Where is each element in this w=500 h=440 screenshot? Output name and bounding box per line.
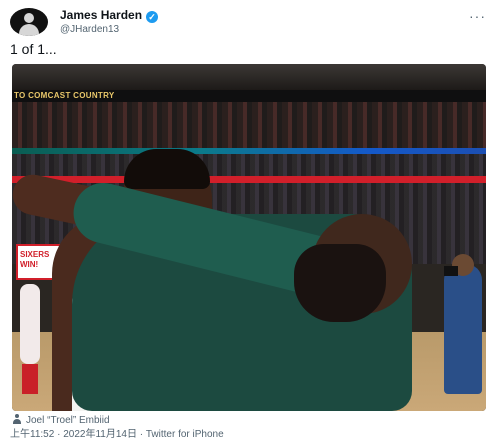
tagged-person-name[interactable]: Joel “Troel” Embiid [26,415,110,426]
tweet-source[interactable]: Twitter for iPhone [146,429,224,440]
tweet-time[interactable]: 上午11:52 [10,429,54,440]
tweet-metadata: 上午11:52 · 2022年11月14日 · Twitter for iPho… [10,430,224,440]
avatar[interactable] [10,8,48,36]
tweet-photo[interactable]: TO COMCAST COUNTRY SIXERS WIN! [12,64,486,411]
tagged-people[interactable]: Joel “Troel” Embiid [12,414,110,428]
player-embiid-hair [124,149,210,189]
author-name-row[interactable]: James Harden ✓ [60,8,159,23]
tweet-date[interactable]: 2022年11月14日 [63,429,137,440]
bystander-left-legs [22,364,38,394]
bystander-left [20,284,40,364]
tweet-header: James Harden ✓ @JHarden13 ··· [10,8,490,38]
avatar-body [19,24,39,36]
meta-separator: · [57,429,61,440]
crowd-upper [12,102,486,150]
author-name[interactable]: James Harden [60,8,142,22]
person-tag-icon [12,414,22,424]
verified-badge-icon: ✓ [146,11,159,23]
avatar-head [24,13,34,23]
author-info: James Harden ✓ @JHarden13 [60,8,159,36]
author-handle[interactable]: @JHarden13 [60,23,158,36]
arena-banner: TO COMCAST COUNTRY [12,90,486,102]
tweet-text: 1 of 1... [10,41,57,57]
meta-separator: · [139,429,144,440]
more-options-icon[interactable]: ··· [469,8,486,24]
camera-icon [444,266,458,276]
arena-banner-text: TO COMCAST COUNTRY [14,91,115,100]
led-ribbon-red [12,176,486,183]
arena-ceiling [12,64,486,90]
player-harden-beard [294,244,386,322]
photographer [444,264,482,394]
